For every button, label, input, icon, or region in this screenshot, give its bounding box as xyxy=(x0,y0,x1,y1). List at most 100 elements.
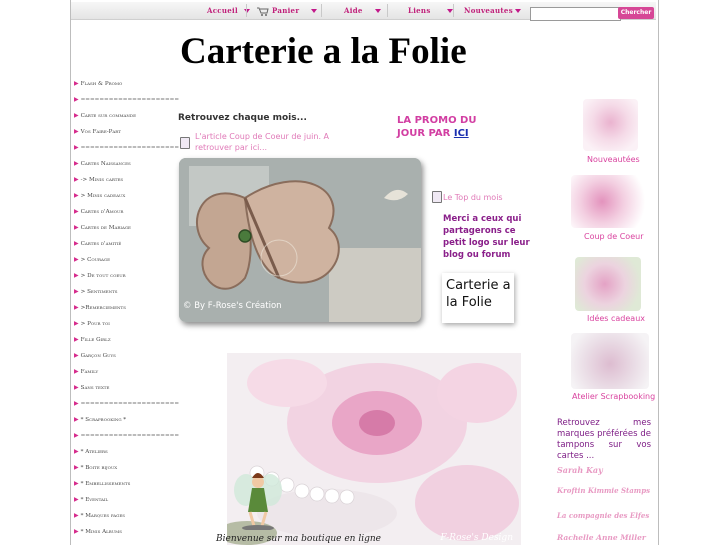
promo-link[interactable]: ICI xyxy=(454,128,469,139)
sidebar-item[interactable]: ▶ Flash & Promo xyxy=(74,78,174,94)
triangle-bullet-icon: ▶ xyxy=(74,496,79,503)
share-message: Merci a ceux qui partagerons ce petit lo… xyxy=(443,214,530,260)
thumb-label[interactable]: Coup de Coeur xyxy=(584,232,643,241)
triangle-bullet-icon: ▶ xyxy=(74,288,79,295)
sidebar-separator: ▶ ===================== xyxy=(74,398,179,414)
sidebar-item[interactable]: ▶ * Scrapbooking * xyxy=(74,414,174,430)
sidebar-item[interactable]: ▶ > Minis cadeaux xyxy=(74,190,174,206)
sidebar-item[interactable]: ▶ -> Minis cartes xyxy=(74,174,174,190)
article-link[interactable]: L'article Coup de Coeur de juin. A retro… xyxy=(195,131,345,153)
sidebar-item-label: * Minis Albums xyxy=(80,529,122,535)
sidebar-item[interactable]: ▶ * Eventail xyxy=(74,494,174,510)
brand-logo[interactable]: Kroftin Kimmie Stamps xyxy=(557,486,650,495)
sidebar-item[interactable]: ▶ Family xyxy=(74,366,174,382)
sidebar-item[interactable]: ▶ > De tout coeur xyxy=(74,270,174,286)
sidebar-menu: ▶ Flash & Promo ▶ ===================== ▶ C… xyxy=(74,78,179,542)
sidebar-item[interactable]: ▶ > Courage xyxy=(74,254,174,270)
sidebar-item[interactable]: ▶ Vos Faire-Part xyxy=(74,126,174,142)
sidebar-item[interactable]: ▶ Fille Girlz xyxy=(74,334,174,350)
sidebar-item-label: Garçon Guys xyxy=(80,353,116,359)
sidebar-item[interactable]: ▶ Carte sur commande xyxy=(74,110,174,126)
thumb-label[interactable]: Nouveautées xyxy=(587,155,640,164)
thumb-nouveautes[interactable] xyxy=(583,99,638,151)
triangle-bullet-icon: ▶ xyxy=(74,352,79,359)
nav-accueil[interactable]: Accueil xyxy=(207,2,250,19)
sidebar-item[interactable]: ▶ Cartes d'Amour xyxy=(74,206,174,222)
chevron-down-icon xyxy=(446,9,453,13)
featured-card-photo[interactable]: © By F-Rose's Création xyxy=(179,158,421,322)
sidebar-item-label: Flash & Promo xyxy=(80,81,123,87)
nav-panier[interactable]: Panier xyxy=(257,2,318,19)
triangle-bullet-icon: ▶ xyxy=(74,320,79,327)
shareable-logo[interactable]: Carterie a la Folie xyxy=(442,273,514,323)
sidebar-item-label: * Eventail xyxy=(80,497,109,503)
sidebar-item-label: ===================== xyxy=(80,145,180,151)
welcome-text: Bienvenue sur ma boutique en ligne xyxy=(216,534,381,544)
sidebar-item-label: * Scrapbooking * xyxy=(80,417,127,423)
nav-panier-label: Panier xyxy=(272,6,300,15)
triangle-bullet-icon: ▶ xyxy=(74,304,79,311)
sidebar-item[interactable]: ▶ Cartes d'amitié xyxy=(74,238,174,254)
sidebar-item[interactable]: ▶ Cartes de Mariage xyxy=(74,222,174,238)
nav-divider xyxy=(387,4,388,17)
monthly-heading: Retrouvez chaque mois... xyxy=(178,113,307,123)
sidebar-item[interactable]: ▶ Cartes Naissances xyxy=(74,158,174,174)
sidebar-separator: ▶ ===================== xyxy=(74,142,179,158)
sidebar-item[interactable]: ▶ Garçon Guys xyxy=(74,350,174,366)
fairy-icon xyxy=(234,473,282,530)
sidebar-item-label: Sans texte xyxy=(80,385,110,391)
triangle-bullet-icon: ▶ xyxy=(74,464,79,471)
thumb-label[interactable]: Atelier Scrapbooking xyxy=(572,392,655,401)
sidebar-item[interactable]: ▶ * Embellissements xyxy=(74,478,174,494)
brand-logo[interactable]: Sarah Kay xyxy=(557,465,603,475)
sidebar-item[interactable]: ▶ > Pour toi xyxy=(74,318,174,334)
sidebar-item-label: > Courage xyxy=(80,257,111,263)
sidebar-item-label: Fille Girlz xyxy=(80,337,111,343)
triangle-bullet-icon: ▶ xyxy=(74,528,79,535)
nav-liens[interactable]: Liens xyxy=(408,2,453,19)
search-input[interactable] xyxy=(530,7,621,21)
sidebar-item[interactable]: ▶ Sans texte xyxy=(74,382,174,398)
sidebar-item-label: > De tout coeur xyxy=(80,273,126,279)
sidebar-item-label: * Embellissements xyxy=(80,481,131,487)
search-button[interactable]: Chercher xyxy=(618,7,654,19)
triangle-bullet-icon: ▶ xyxy=(74,80,79,87)
top-du-mois-link[interactable]: Le Top du mois xyxy=(443,193,503,202)
nav-accueil-label: Accueil xyxy=(207,6,238,15)
sidebar-item-label: Family xyxy=(80,369,99,375)
brand-logo[interactable]: La compagnie des Elfes xyxy=(557,511,649,520)
sidebar-item-label: ===================== xyxy=(80,97,180,103)
sidebar-item[interactable]: ▶ > Sentiments xyxy=(74,286,174,302)
photo-caption: © By F-Rose's Création xyxy=(183,301,282,311)
nav-nouveautes-label: Nouveautes xyxy=(464,6,513,15)
triangle-bullet-icon: ▶ xyxy=(74,416,79,423)
thumb-label[interactable]: Idées cadeaux xyxy=(587,314,645,323)
thumb-idees-cadeaux[interactable] xyxy=(575,257,641,311)
butterfly-card-image xyxy=(179,158,421,322)
triangle-bullet-icon: ▶ xyxy=(74,144,79,151)
sidebar-item-label: Vos Faire-Part xyxy=(80,129,121,135)
sidebar-item-label: Cartes Naissances xyxy=(80,161,131,167)
sidebar-item[interactable]: ▶ >Remerciements xyxy=(74,302,174,318)
sidebar-separator: ▶ ===================== xyxy=(74,430,179,446)
sidebar-item-label: ===================== xyxy=(80,401,180,407)
triangle-bullet-icon: ▶ xyxy=(74,192,79,199)
nav-aide[interactable]: Aide xyxy=(344,2,381,19)
thumb-atelier-scrapbooking[interactable] xyxy=(571,333,649,389)
triangle-bullet-icon: ▶ xyxy=(74,208,79,215)
triangle-bullet-icon: ▶ xyxy=(74,256,79,263)
image-watermark: F-Rose's Design xyxy=(440,533,513,543)
chevron-down-icon xyxy=(514,9,521,13)
triangle-bullet-icon: ▶ xyxy=(74,160,79,167)
promo-banner: LA PROMO DU JOUR PAR ICI xyxy=(397,114,487,140)
sidebar-item[interactable]: ▶ * Boite bijoux xyxy=(74,462,174,478)
sidebar-item[interactable]: ▶ * Marques pages xyxy=(74,510,174,526)
thumb-coup-de-coeur[interactable] xyxy=(571,175,649,228)
nav-nouveautes[interactable]: Nouveautes xyxy=(464,2,521,19)
triangle-bullet-icon: ▶ xyxy=(74,448,79,455)
sidebar-item[interactable]: ▶ * Ateliers xyxy=(74,446,174,462)
chevron-down-icon xyxy=(311,9,318,13)
sidebar-item[interactable]: ▶ * Minis Albums xyxy=(74,526,174,542)
brand-logo[interactable]: Rachelle Anne Miller xyxy=(557,533,646,542)
triangle-bullet-icon: ▶ xyxy=(74,336,79,343)
